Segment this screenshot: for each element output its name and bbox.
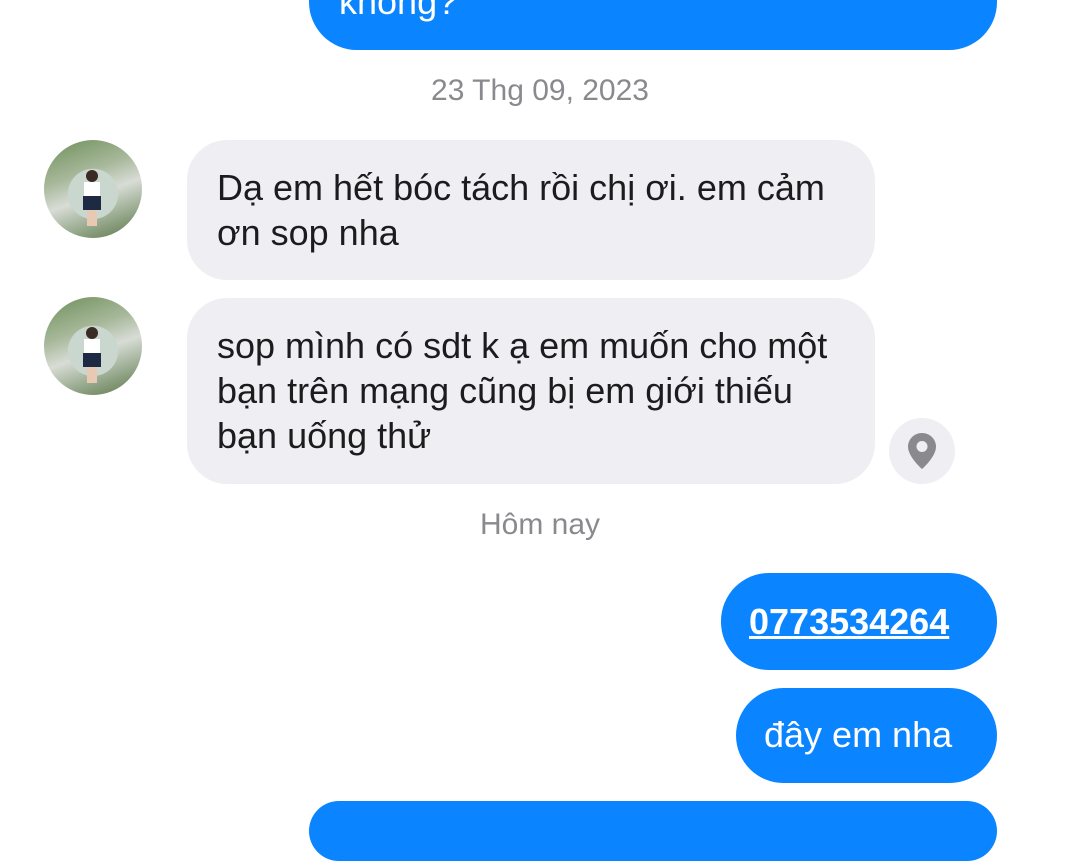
outgoing-message-text: đây em nha bbox=[764, 714, 953, 755]
outgoing-message-bubble[interactable]: 0773534264 bbox=[721, 573, 997, 670]
map-pin-icon bbox=[908, 433, 936, 469]
outgoing-message-bubble-partial[interactable] bbox=[309, 801, 997, 861]
contact-avatar[interactable] bbox=[44, 140, 142, 238]
date-separator: Hôm nay bbox=[479, 508, 601, 541]
incoming-message-text: sop mình có sdt k ạ em muốn cho một bạn … bbox=[217, 325, 828, 456]
outgoing-message-bubble[interactable]: đây em nha bbox=[736, 688, 997, 783]
phone-number-link[interactable]: 0773534264 bbox=[749, 601, 949, 642]
outgoing-message-text: không? bbox=[339, 0, 458, 22]
incoming-message-bubble[interactable]: sop mình có sdt k ạ em muốn cho một bạn … bbox=[187, 298, 875, 484]
outgoing-message-bubble[interactable]: không? bbox=[309, 0, 997, 50]
date-separator: 23 Thg 09, 2023 bbox=[431, 74, 649, 107]
contact-avatar[interactable] bbox=[44, 297, 142, 395]
incoming-message-bubble[interactable]: Dạ em hết bóc tách rồi chị ơi. em cảm ơn… bbox=[187, 140, 875, 280]
incoming-message-text: Dạ em hết bóc tách rồi chị ơi. em cảm ơn… bbox=[217, 167, 825, 253]
location-share-button[interactable] bbox=[889, 418, 955, 484]
